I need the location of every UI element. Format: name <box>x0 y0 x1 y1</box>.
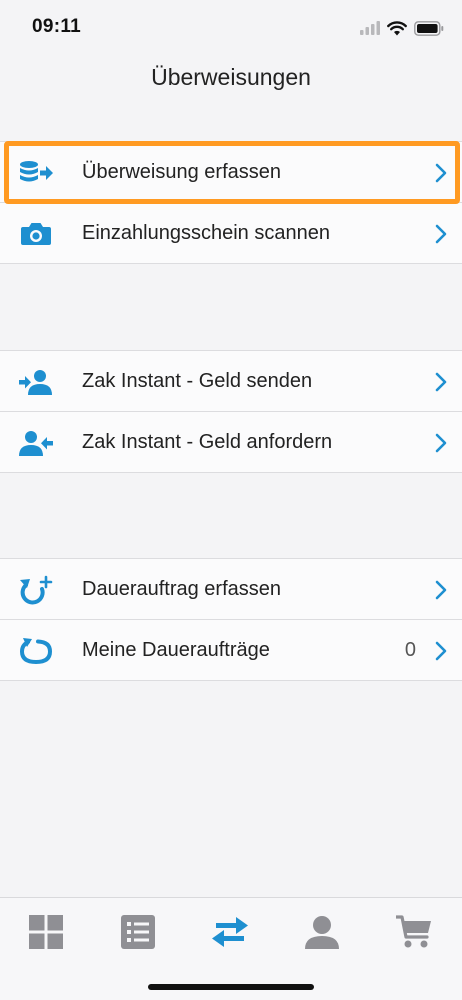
transfer-group: Überweisung erfassen Einzahlungsschein s… <box>0 141 462 264</box>
transfer-arrows-icon <box>212 917 248 947</box>
chevron-right-icon <box>435 224 447 244</box>
standing-order-count: 0 <box>404 639 416 661</box>
page-title: Überweisungen <box>151 64 311 90</box>
tab-list[interactable] <box>116 912 160 952</box>
list-item-label: Meine Daueraufträge <box>82 639 270 661</box>
tab-profile[interactable] <box>300 912 344 952</box>
list-item-my-standing-orders[interactable]: Meine Daueraufträge 0 <box>0 620 462 681</box>
chevron-right-icon <box>435 580 447 600</box>
recurring-icon <box>18 634 54 668</box>
chevron-right-icon <box>435 433 447 453</box>
dashboard-grid-icon <box>29 915 63 949</box>
camera-icon <box>18 217 54 251</box>
tab-transfers[interactable] <box>208 912 252 952</box>
coins-transfer-icon <box>18 156 54 190</box>
list-item-label: Einzahlungsschein scannen <box>82 222 330 244</box>
battery-icon <box>414 20 444 36</box>
chevron-right-icon <box>435 641 447 661</box>
list-item-scan-slip[interactable]: Einzahlungsschein scannen <box>0 203 462 264</box>
status-icons <box>360 18 444 38</box>
list-item-new-standing-order[interactable]: Dauerauftrag erfassen <box>0 559 462 620</box>
list-item-request-money[interactable]: Zak Instant - Geld anfordern <box>0 412 462 473</box>
person-send-icon <box>18 365 54 399</box>
standing-order-group: Dauerauftrag erfassen Meine Daueraufträg… <box>0 558 462 681</box>
list-item-label: Zak Instant - Geld senden <box>82 370 313 392</box>
list-item-new-transfer[interactable]: Überweisung erfassen <box>0 142 462 203</box>
list-item-label: Überweisung erfassen <box>82 161 281 183</box>
list-item-send-money[interactable]: Zak Instant - Geld senden <box>0 351 462 412</box>
tab-shop[interactable] <box>392 912 436 952</box>
zak-instant-group: Zak Instant - Geld senden Zak Instant - … <box>0 350 462 473</box>
list-item-label: Zak Instant - Geld anfordern <box>82 431 333 453</box>
status-bar: 09:11 <box>0 0 462 54</box>
person-request-icon <box>18 426 54 460</box>
wifi-icon <box>387 20 407 35</box>
tab-dashboard[interactable] <box>24 912 68 952</box>
list-icon <box>121 915 155 949</box>
list-item-label: Dauerauftrag erfassen <box>82 578 282 600</box>
recurring-add-icon <box>18 573 54 607</box>
chevron-right-icon <box>435 163 447 183</box>
home-indicator <box>148 984 314 990</box>
status-time: 09:11 <box>32 16 82 37</box>
cellular-signal-icon <box>360 21 380 35</box>
chevron-right-icon <box>435 372 447 392</box>
cart-icon <box>396 915 431 948</box>
profile-icon <box>305 916 339 949</box>
